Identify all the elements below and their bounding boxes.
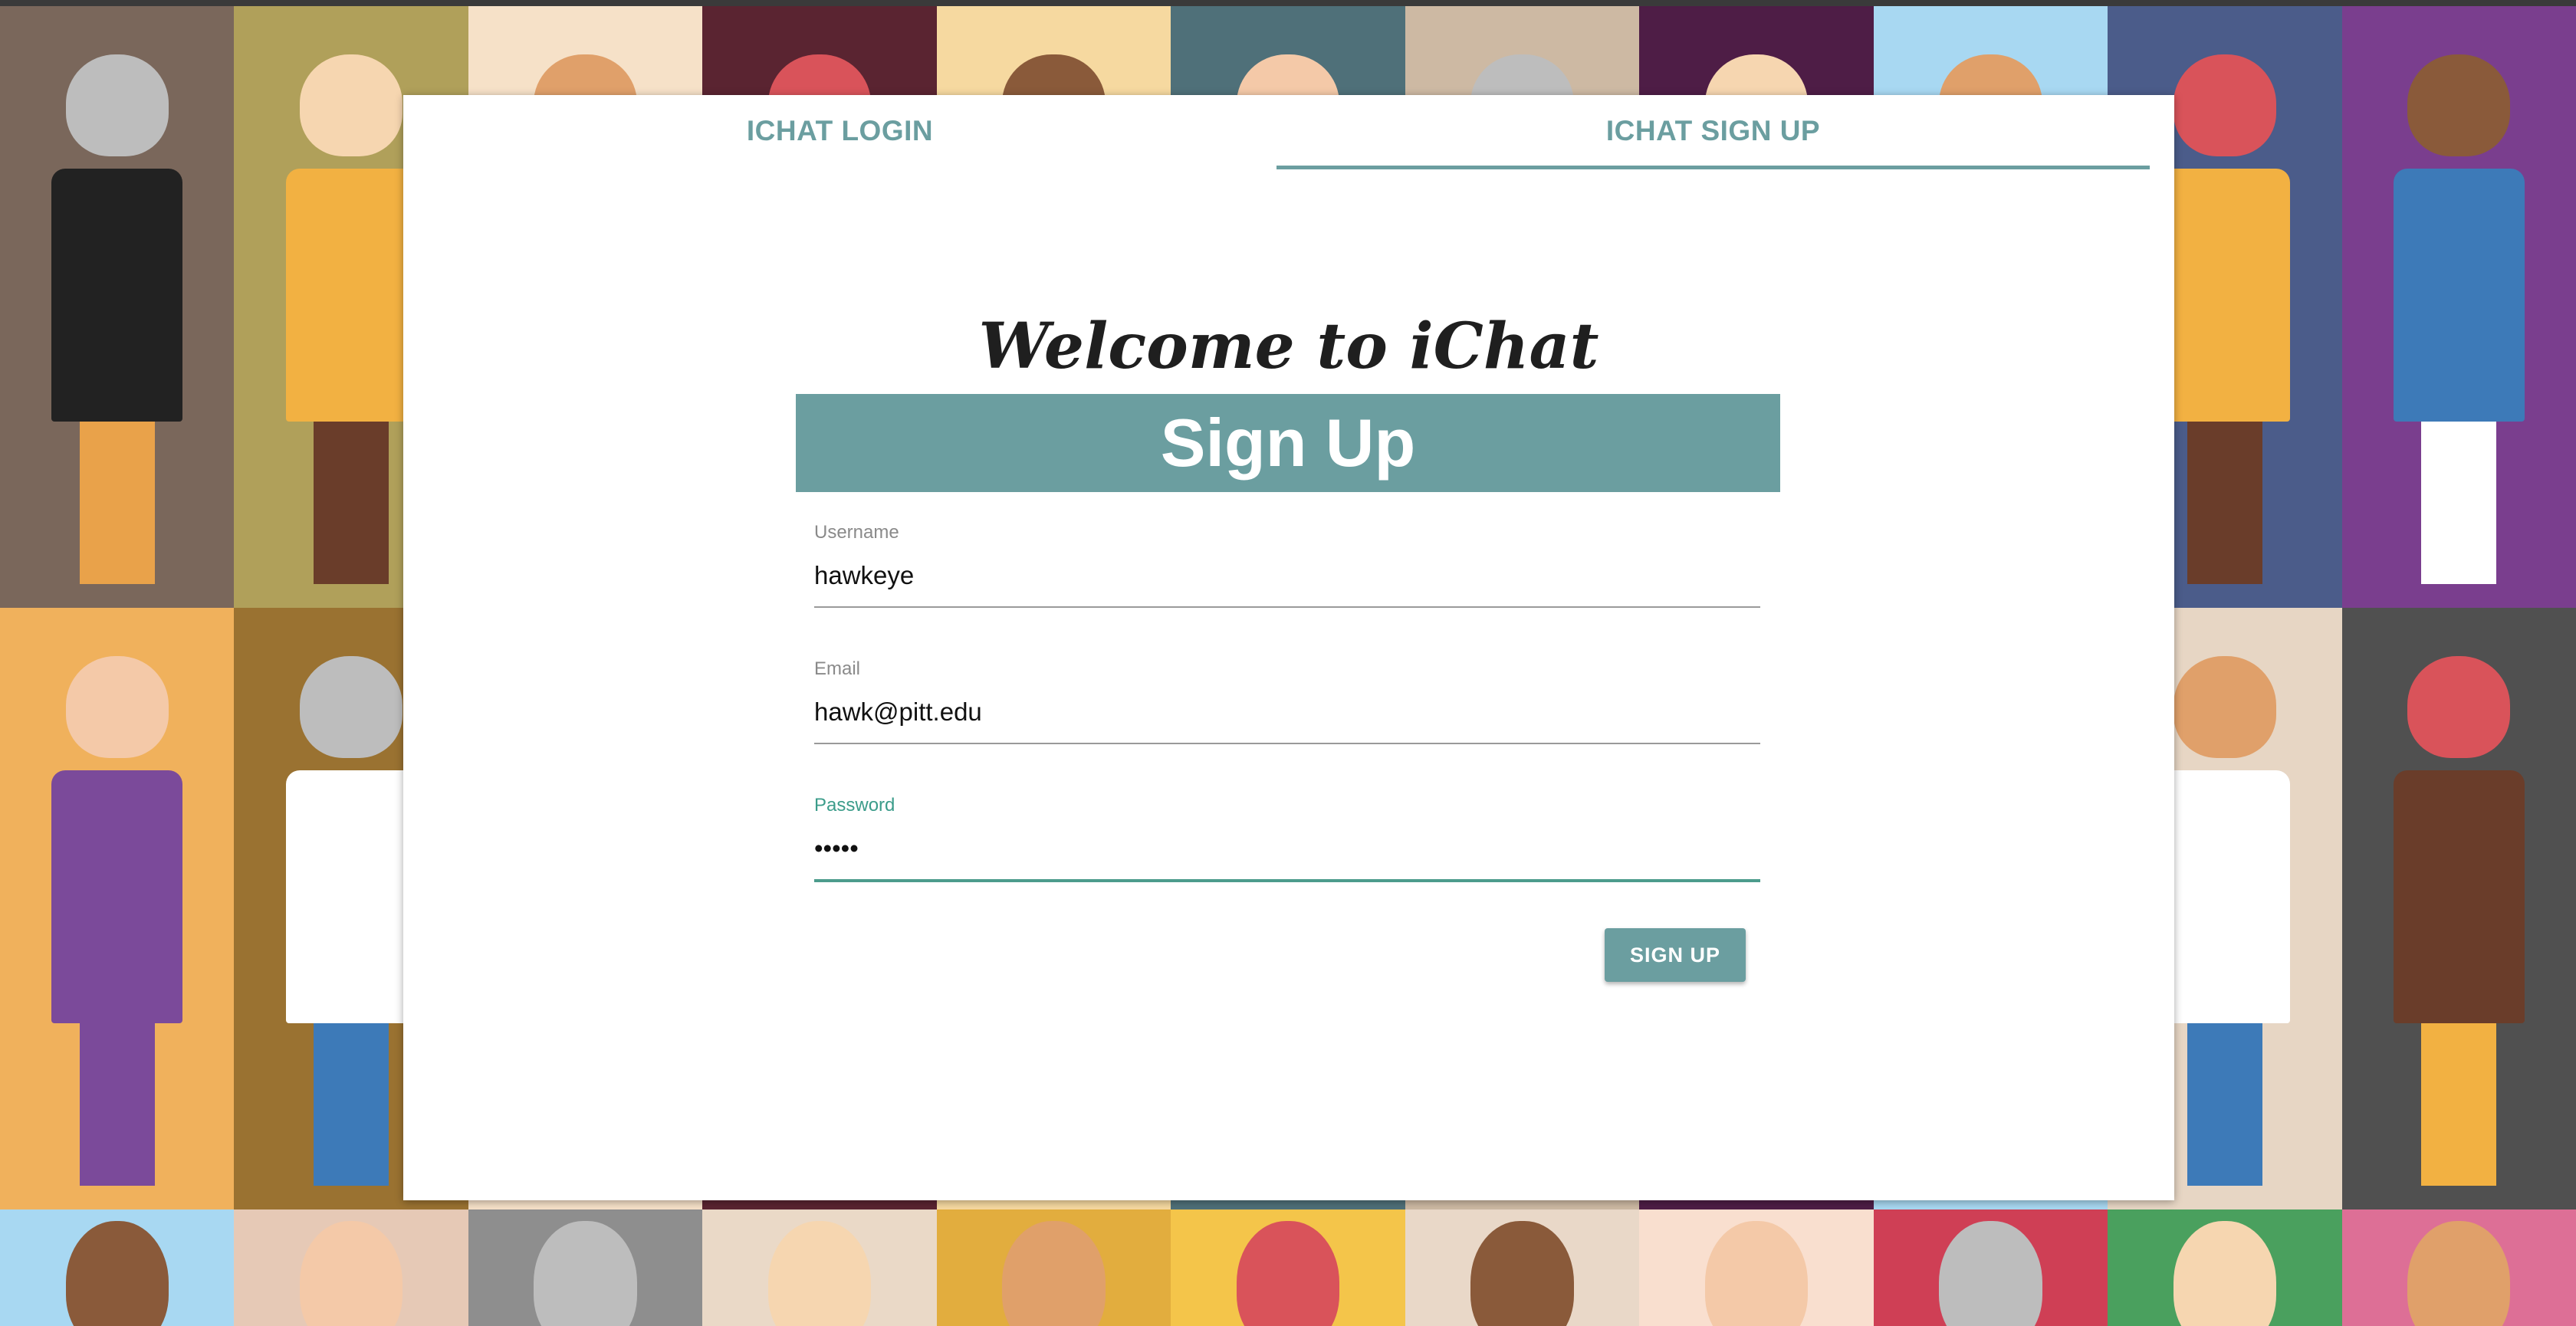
- character-body: [285, 168, 417, 422]
- password-field[interactable]: Password •••••: [814, 795, 1760, 882]
- character-legs: [2421, 421, 2497, 584]
- form-title-banner: Sign Up: [796, 394, 1780, 492]
- email-input[interactable]: hawk@pitt.edu: [814, 697, 1760, 727]
- email-label: Email: [814, 658, 861, 679]
- background-tile: [1171, 1209, 1405, 1326]
- tab-login[interactable]: ICHAT LOGIN: [403, 95, 1276, 167]
- password-label: Password: [814, 795, 895, 816]
- character-head: [299, 1221, 403, 1326]
- character-legs: [2187, 421, 2262, 584]
- email-underline: [814, 743, 1760, 744]
- character-body: [51, 168, 183, 422]
- character-legs: [79, 421, 155, 584]
- background-tile: [0, 6, 235, 608]
- background-tile: [702, 1209, 937, 1326]
- character-head: [534, 1221, 637, 1326]
- character-body: [2159, 168, 2291, 422]
- character-head: [1704, 1221, 1809, 1326]
- character-head: [2407, 54, 2511, 157]
- active-tab-indicator: [1276, 166, 2150, 169]
- character-head: [2173, 1221, 2276, 1326]
- character-legs: [314, 1022, 389, 1186]
- character-body: [51, 770, 183, 1023]
- background-tile: [1639, 1209, 1874, 1326]
- form-title: Sign Up: [1160, 405, 1416, 481]
- welcome-heading: Welcome to iChat: [978, 310, 1599, 383]
- username-label: Username: [814, 522, 899, 543]
- character-legs: [79, 1022, 155, 1186]
- username-input[interactable]: hawkeye: [814, 560, 1760, 591]
- character-head: [65, 54, 169, 157]
- background-tile: [468, 1209, 703, 1326]
- tab-bar: ICHAT LOGIN ICHAT SIGN UP: [403, 95, 2174, 169]
- tab-signup[interactable]: ICHAT SIGN UP: [1276, 95, 2150, 167]
- character-head: [1939, 1221, 2042, 1326]
- background-tile: [234, 1209, 468, 1326]
- email-field[interactable]: Email hawk@pitt.edu: [814, 658, 1760, 744]
- character-head: [65, 655, 169, 759]
- character-head: [2173, 54, 2276, 157]
- character-head: [1002, 1221, 1106, 1326]
- background-tile: [0, 1209, 235, 1326]
- password-input[interactable]: •••••: [814, 833, 1760, 864]
- background-tile: [1873, 1209, 2108, 1326]
- character-head: [299, 655, 403, 759]
- username-underline: [814, 606, 1760, 608]
- background-tile: [2341, 6, 2576, 608]
- character-head: [2173, 655, 2276, 759]
- character-body: [2393, 770, 2525, 1023]
- password-underline: [814, 879, 1760, 882]
- background-tile: [0, 608, 235, 1209]
- character-head: [2407, 655, 2511, 759]
- character-head: [299, 54, 403, 157]
- character-head: [1236, 1221, 1340, 1326]
- background-tile: [1405, 1209, 1640, 1326]
- username-field[interactable]: Username hawkeye: [814, 522, 1760, 608]
- auth-card: ICHAT LOGIN ICHAT SIGN UP Welcome to iCh…: [403, 95, 2174, 1200]
- sign-up-button[interactable]: SIGN UP: [1605, 928, 1746, 982]
- character-body: [285, 770, 417, 1023]
- character-legs: [2421, 1022, 2497, 1186]
- character-head: [1470, 1221, 1574, 1326]
- background-tile: [2341, 1209, 2576, 1326]
- background-tile: [936, 1209, 1171, 1326]
- character-legs: [2187, 1022, 2262, 1186]
- character-legs: [314, 421, 389, 584]
- character-head: [2407, 1221, 2511, 1326]
- background-tile: [2341, 608, 2576, 1209]
- character-head: [65, 1221, 169, 1326]
- background-tile: [2108, 1209, 2342, 1326]
- character-body: [2393, 168, 2525, 422]
- character-head: [767, 1221, 872, 1326]
- character-body: [2159, 770, 2291, 1023]
